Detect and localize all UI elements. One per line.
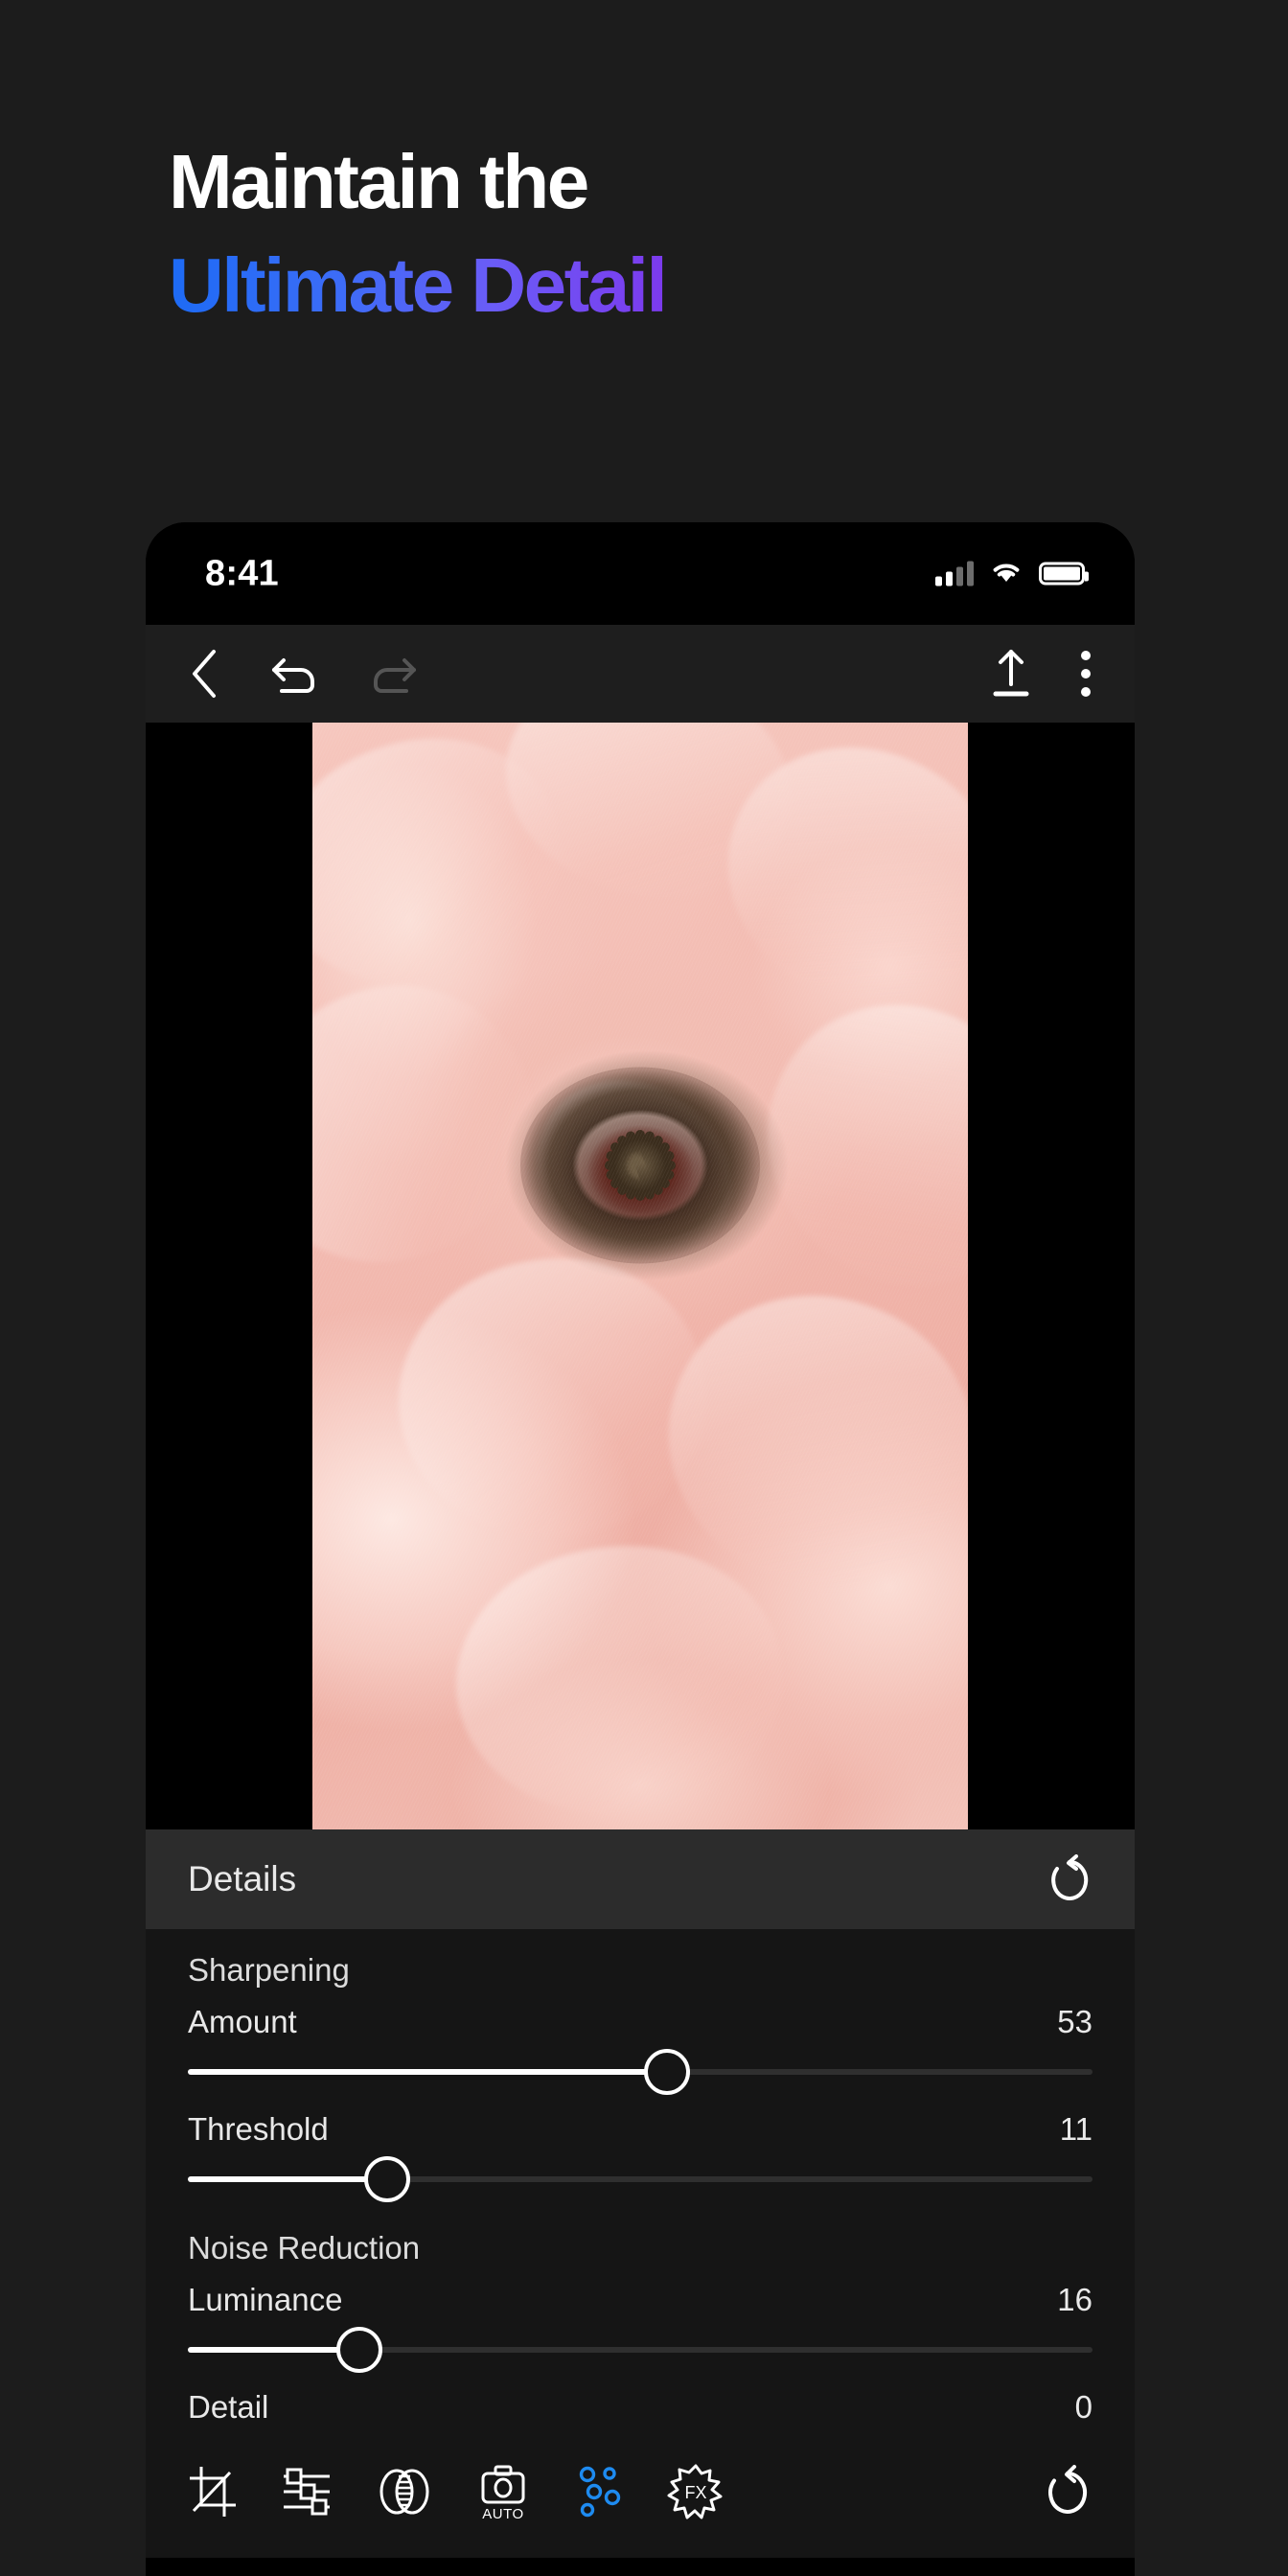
- more-options-icon[interactable]: [1079, 648, 1092, 700]
- wifi-icon: [989, 559, 1024, 588]
- redo-icon[interactable]: [368, 653, 420, 695]
- slider-value-luminance: 16: [1057, 2282, 1092, 2317]
- auto-camera-icon[interactable]: AUTO: [475, 2462, 531, 2521]
- slider-label-amount: Amount: [188, 2004, 297, 2039]
- status-bar-time: 8:41: [205, 553, 279, 593]
- headline-line-2: Ultimate Detail: [169, 242, 668, 328]
- svg-text:AUTO: AUTO: [482, 2506, 523, 2521]
- fx-icon[interactable]: FX: [667, 2464, 724, 2519]
- slider-detail[interactable]: Detail 0: [188, 2378, 1092, 2426]
- group-label-noise-reduction: Noise Reduction: [188, 2230, 421, 2266]
- battery-full-icon: [1039, 562, 1089, 586]
- crop-icon[interactable]: [188, 2465, 238, 2518]
- export-icon[interactable]: [989, 648, 1033, 700]
- phone-mockup: 8:41 Details Sharpening Amount 53 Thresh…: [146, 522, 1135, 2576]
- status-bar-indicators: [935, 559, 1089, 588]
- svg-text:FX: FX: [684, 2483, 706, 2502]
- headline-line-1: Maintain the: [169, 139, 589, 224]
- back-chevron-icon[interactable]: [188, 648, 220, 700]
- details-panel-header: Details: [146, 1829, 1135, 1929]
- editor-top-toolbar: [146, 625, 1135, 723]
- details-icon[interactable]: [573, 2465, 625, 2518]
- edited-photo[interactable]: [312, 723, 968, 1829]
- slider-value-detail: 0: [1074, 2389, 1092, 2425]
- slider-thumb-amount[interactable]: [644, 2049, 691, 2095]
- slider-amount[interactable]: Amount 53: [188, 1992, 1092, 2095]
- headline: Maintain the Ultimate Detail: [169, 144, 1175, 324]
- slider-threshold[interactable]: Threshold 11: [188, 2100, 1092, 2202]
- photo-canvas[interactable]: [146, 723, 1135, 1829]
- slider-label-detail: Detail: [188, 2389, 269, 2425]
- slider-thumb-threshold[interactable]: [363, 2156, 410, 2202]
- panel-reset-icon[interactable]: [1046, 1854, 1092, 1904]
- slider-luminance[interactable]: Luminance 16: [188, 2270, 1092, 2373]
- photo-grain-overlay: [312, 723, 968, 1829]
- slider-value-amount: 53: [1057, 2004, 1092, 2039]
- bottom-reset-icon[interactable]: [1043, 2465, 1092, 2518]
- group-label-sharpening: Sharpening: [188, 1952, 350, 1988]
- slider-fill-luminance: [188, 2347, 360, 2353]
- blend-icon[interactable]: [376, 2467, 433, 2517]
- slider-label-luminance: Luminance: [188, 2282, 343, 2317]
- slider-fill-threshold: [188, 2176, 387, 2182]
- slider-track-threshold[interactable]: [188, 2156, 1092, 2202]
- slider-track-luminance[interactable]: [188, 2327, 1092, 2373]
- cellular-signal-icon: [935, 561, 974, 586]
- details-panel-body: Sharpening Amount 53 Threshold 11 Noise …: [146, 1929, 1135, 2426]
- slider-track-amount[interactable]: [188, 2049, 1092, 2095]
- editor-bottom-toolbar: AUTO FX: [146, 2426, 1135, 2558]
- slider-label-threshold: Threshold: [188, 2111, 329, 2147]
- slider-value-threshold: 11: [1059, 2111, 1092, 2147]
- panel-title: Details: [188, 1859, 297, 1898]
- slider-fill-amount: [188, 2069, 668, 2075]
- adjust-icon[interactable]: [280, 2465, 334, 2518]
- slider-thumb-luminance[interactable]: [336, 2327, 383, 2373]
- undo-icon[interactable]: [268, 653, 320, 695]
- status-bar: 8:41: [146, 522, 1135, 625]
